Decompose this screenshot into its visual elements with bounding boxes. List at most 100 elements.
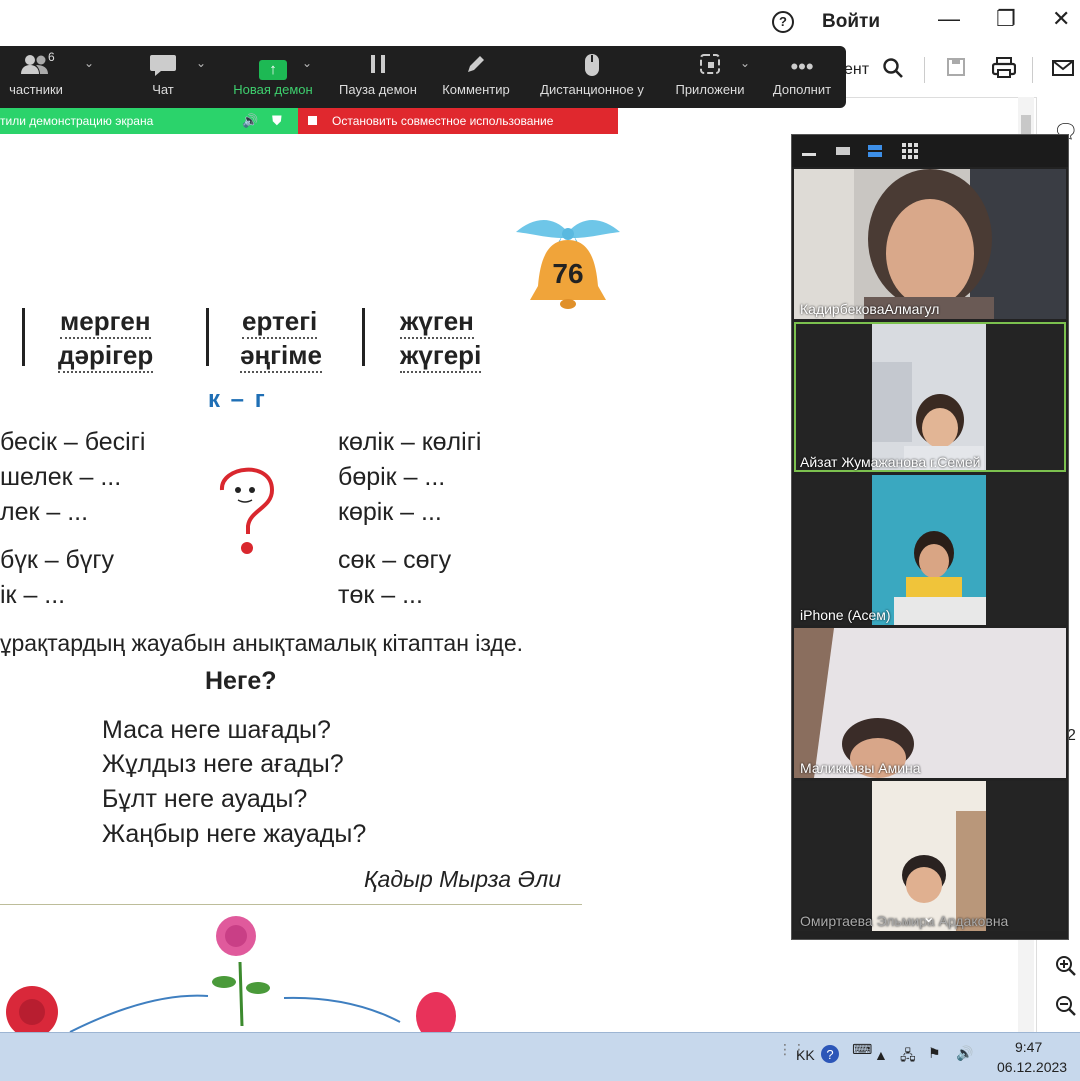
example-right-5: төк – ... (338, 581, 423, 609)
remote-control-button[interactable]: Дистанционное у (532, 52, 652, 104)
print-icon[interactable] (991, 57, 1017, 85)
annotate-label: Комментир (442, 82, 510, 97)
chevron-down-icon[interactable]: ⌄ (84, 56, 94, 70)
video-tile-active[interactable]: Айзат Жумажанова г.Семей (794, 322, 1066, 472)
more-label: Дополнит (772, 82, 832, 97)
scrollbar-thumb[interactable] (1021, 115, 1031, 135)
network-tray-icon[interactable]: 🖧 (900, 1045, 916, 1069)
show-hidden-icons[interactable]: ▲ (874, 1047, 888, 1063)
pause-share-label: Пауза демон (339, 82, 417, 97)
video-panel-toolbar (792, 135, 1068, 167)
divider (362, 308, 365, 366)
zoom-in-icon[interactable] (1055, 955, 1077, 982)
chevron-down-icon[interactable]: ⌄ (302, 56, 312, 70)
more-icon: ••• (790, 54, 814, 79)
new-share-button[interactable]: ↑ ⌄ Новая демон (226, 52, 320, 104)
word-zhugeri: жүгері (400, 340, 482, 373)
pencil-icon (436, 52, 516, 82)
language-indicator[interactable]: KK (796, 1047, 815, 1063)
mouse-icon (532, 52, 652, 82)
help-tray-icon[interactable]: ? (820, 1044, 840, 1067)
search-icon[interactable] (882, 57, 904, 85)
apps-button[interactable]: ⌄ Приложени (668, 52, 752, 104)
sharing-status-text: тили демонстрацию экрана (0, 114, 154, 128)
viewer-toolbar: ент (820, 45, 1080, 98)
zoom-video-panel: КадирбековаАлмагул Айзат Жумажанова г.Се… (791, 134, 1069, 940)
participant-name: Айзат Жумажанова г.Семей (800, 454, 981, 470)
word-angime: әңгіме (240, 340, 322, 373)
flag-tray-icon[interactable]: ⚑ (928, 1045, 941, 1062)
poem-line-3: Бұлт неге ауады? (102, 785, 308, 813)
video-tile[interactable]: КадирбековаАлмагул (794, 169, 1066, 319)
keyboard-tray-icon[interactable]: ⌨ (852, 1041, 872, 1058)
participants-button[interactable]: 6 ⌄ частники (0, 50, 94, 104)
document-page: 76 мерген дәрігер ертегі әңгіме жүген жү… (0, 134, 830, 1034)
more-button[interactable]: ••• Дополнит (766, 52, 838, 104)
participant-name: iPhone (Асем) (800, 607, 891, 623)
pause-share-button[interactable]: Пауза демон (334, 52, 422, 104)
minimize-button[interactable]: — (938, 6, 960, 32)
chevron-down-icon[interactable]: ⌄ (196, 56, 206, 70)
chat-button[interactable]: ⌄ Чат (140, 52, 206, 104)
video-tile[interactable]: iPhone (Асем) (794, 475, 1066, 625)
shield-icon: ⛊ (272, 113, 282, 128)
participant-video (794, 475, 1066, 625)
grid-view-icon[interactable] (902, 143, 920, 159)
example-left-4: бүк – бүгу (0, 546, 114, 574)
page-number-bell: 76 (512, 210, 624, 314)
volume-tray-icon[interactable]: 🔊 (956, 1045, 973, 1062)
minimize-panel-icon[interactable] (802, 143, 820, 157)
page-number: 76 (552, 258, 584, 289)
video-tile[interactable]: Маликкызы Амина (794, 628, 1066, 778)
question-mark-icon (220, 467, 275, 554)
clock-time[interactable]: 9:47 (1015, 1039, 1042, 1055)
example-right-2: бөрік – ... (338, 463, 446, 491)
stop-square-icon (308, 116, 317, 125)
sharing-status-banner: тили демонстрацию экрана 🔊 ⛊ (0, 108, 298, 134)
divider (206, 308, 209, 366)
participant-name: КадирбековаАлмагул (800, 301, 940, 317)
word-zhugen: жүген (400, 306, 474, 339)
poem-line-1: Маса неге шағады? (102, 716, 331, 744)
stop-share-button[interactable]: Остановить совместное использование (298, 108, 618, 134)
poem-title: Неге? (205, 667, 277, 695)
flowers-illustration (6, 916, 456, 1032)
participant-video (794, 322, 1066, 472)
example-right-3: көрік – ... (338, 498, 442, 526)
video-tile[interactable]: Омиртаева Эльмира Ардаковна ⌄ (794, 781, 1066, 931)
viewer-mode-label[interactable]: ент (844, 61, 869, 79)
speaker-view-icon[interactable] (836, 143, 854, 157)
maximize-button[interactable]: ❐ (996, 6, 1016, 32)
participant-video (794, 628, 1066, 778)
chevron-down-icon[interactable]: ⌄ (922, 907, 935, 927)
new-share-label: Новая демон (233, 82, 313, 97)
chat-label: Чат (152, 82, 174, 97)
annotate-button[interactable]: Комментир (436, 52, 516, 104)
zoom-meeting-toolbar: 6 ⌄ частники ⌄ Чат ↑ ⌄ Новая демон Пауза… (0, 46, 846, 108)
instruction-text: ұрақтардың жауабын анықтамалық кітаптан … (0, 630, 524, 656)
login-button[interactable]: Войти (822, 11, 880, 33)
save-icon[interactable] (946, 57, 966, 83)
app-title-bar: ? Войти — ❐ ✕ (0, 0, 1080, 45)
mail-icon[interactable] (1052, 57, 1074, 83)
strip-view-icon[interactable] (868, 143, 886, 157)
chevron-down-icon[interactable]: ⌄ (740, 56, 750, 70)
close-button[interactable]: ✕ (1052, 6, 1070, 32)
example-right-4: сөк – сөгу (338, 546, 452, 574)
zoom-out-icon[interactable] (1055, 995, 1077, 1022)
example-left-1: бесік – бесігі (0, 428, 146, 456)
participants-icon (0, 52, 72, 82)
word-dariger: дәрігер (58, 340, 154, 373)
clock-date[interactable]: 06.12.2023 (997, 1059, 1067, 1075)
example-right-1: көлік – көлігі (338, 428, 482, 456)
word-ertegi: ертегі (242, 306, 318, 339)
participant-name: Омиртаева Эльмира Ардаковна (800, 913, 1009, 929)
word-mergen: мерген (60, 306, 151, 339)
taskbar: ⋮⋮ KK ? ⌨ ▲ 🖧 ⚑ 🔊 9:47 06.12.2023 (0, 1032, 1080, 1081)
participants-count: 6 (48, 50, 55, 64)
svg-text:?: ? (826, 1047, 833, 1062)
help-icon[interactable]: ? (772, 11, 794, 33)
apps-label: Приложени (675, 82, 745, 97)
pause-icon (334, 52, 422, 82)
speaker-icon[interactable]: 🔊 (242, 108, 258, 134)
